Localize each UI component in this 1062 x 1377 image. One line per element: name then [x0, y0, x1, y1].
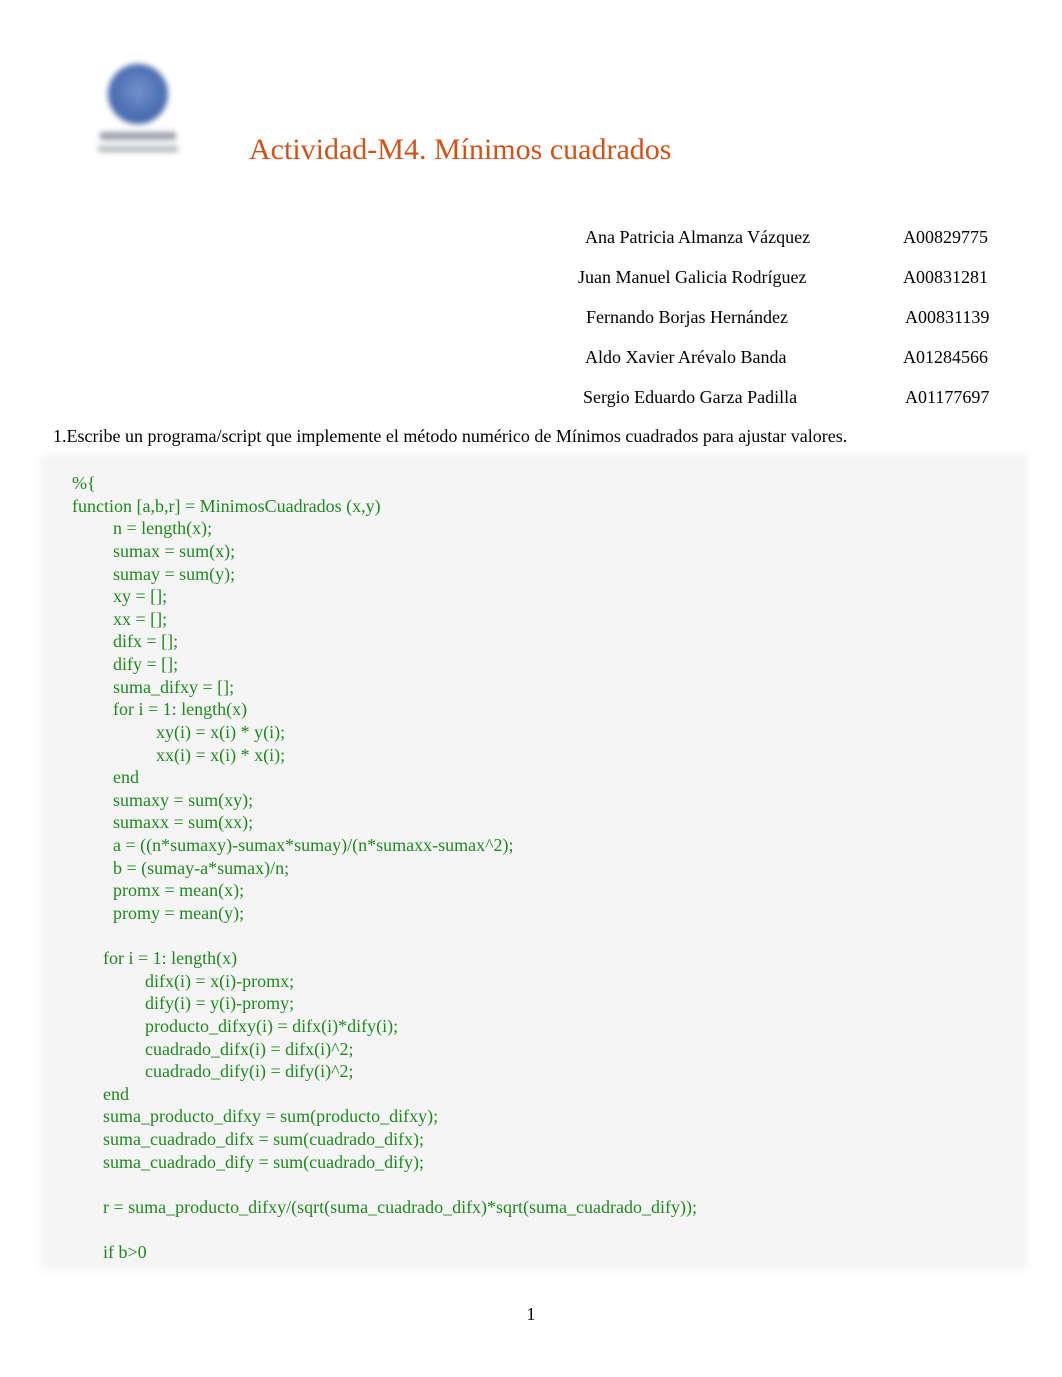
code-line: suma_producto_difxy = sum(producto_difxy… — [103, 1106, 439, 1126]
code-line: promx = mean(x); — [113, 880, 245, 900]
author-id: A00831281 — [903, 267, 988, 287]
code-line: end — [103, 1084, 129, 1104]
logo-subtext — [98, 146, 178, 152]
author-name: Juan Manuel Galicia Rodríguez — [578, 267, 807, 287]
author-name: Fernando Borjas Hernández — [586, 307, 788, 327]
code-line: function [a,b,r] = MinimosCuadrados (x,y… — [72, 496, 381, 516]
page-number: 1 — [526, 1304, 536, 1324]
code-line: r = suma_producto_difxy/(sqrt(suma_cuadr… — [103, 1197, 697, 1217]
author-id: A01284566 — [903, 347, 988, 367]
question-text: 1.Escribe un programa/script que impleme… — [53, 426, 848, 446]
code-line: cuadrado_dify(i) = dify(i)^2; — [145, 1061, 354, 1081]
author-name: Aldo Xavier Arévalo Banda — [585, 347, 787, 367]
code-line: xx = []; — [113, 609, 168, 629]
code-line: suma_difxy = []; — [113, 677, 235, 697]
seal-icon — [108, 64, 168, 124]
code-line: if b>0 — [103, 1242, 147, 1262]
author-id: A00829775 — [903, 227, 988, 247]
code-line: sumaxx = sum(xx); — [113, 812, 254, 832]
code-line: suma_cuadrado_dify = sum(cuadrado_dify); — [103, 1152, 425, 1172]
code-line: end — [113, 767, 139, 787]
logo-wordmark — [100, 132, 176, 140]
code-line: n = length(x); — [113, 518, 213, 538]
code-line: dify(i) = y(i)-promy; — [145, 993, 295, 1013]
author-name: Ana Patricia Almanza Vázquez — [585, 227, 811, 247]
code-line: difx(i) = x(i)-promx; — [145, 971, 295, 991]
author-id: A00831139 — [905, 307, 990, 327]
code-line: a = ((n*sumaxy)-sumax*sumay)/(n*sumaxx-s… — [113, 835, 514, 855]
code-line: for i = 1: length(x) — [113, 699, 248, 719]
author-id: A01177697 — [905, 387, 990, 407]
code-line: difx = []; — [113, 631, 179, 651]
code-line: sumaxy = sum(xy); — [113, 790, 254, 810]
code-line: xy(i) = x(i) * y(i); — [156, 722, 286, 742]
code-line: xy = []; — [113, 586, 168, 606]
code-line: promy = mean(y); — [113, 903, 245, 923]
code-line: sumax = sum(x); — [113, 541, 236, 561]
code-line: producto_difxy(i) = difx(i)*dify(i); — [145, 1016, 399, 1036]
code-line: xx(i) = x(i) * x(i); — [156, 745, 286, 765]
code-line: dify = []; — [113, 654, 179, 674]
code-line: b = (sumay-a*sumax)/n; — [113, 858, 290, 878]
code-line: cuadrado_difx(i) = difx(i)^2; — [145, 1039, 354, 1059]
document-title: Actividad-M4. Mínimos cuadrados — [249, 133, 672, 166]
code-line: sumay = sum(y); — [113, 564, 236, 584]
university-logo — [92, 60, 184, 160]
code-line: %{ — [72, 473, 96, 493]
code-line: for i = 1: length(x) — [103, 948, 238, 968]
author-name: Sergio Eduardo Garza Padilla — [583, 387, 798, 407]
code-line: suma_cuadrado_difx = sum(cuadrado_difx); — [103, 1129, 425, 1149]
